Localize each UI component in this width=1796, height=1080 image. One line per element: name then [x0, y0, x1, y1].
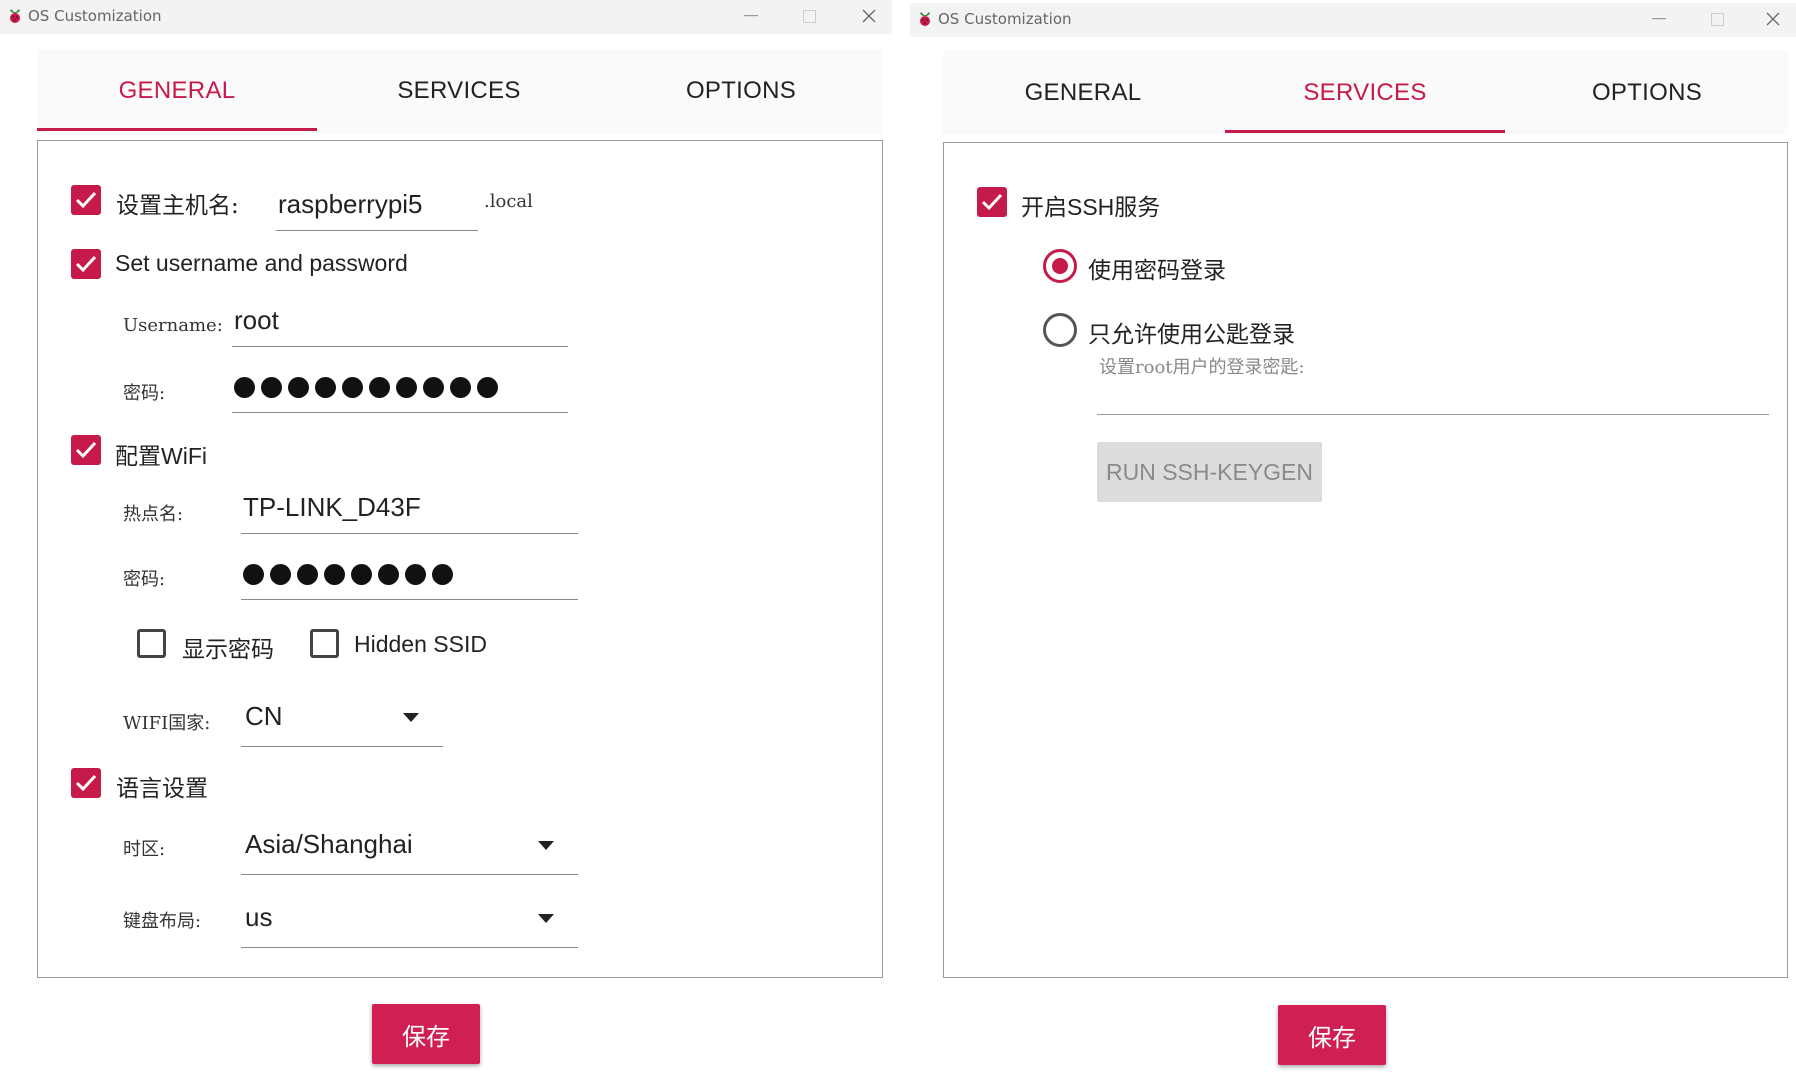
- password-dot: [378, 564, 399, 585]
- hostname-suffix: .local: [484, 191, 533, 212]
- password-auth-radio[interactable]: [1043, 249, 1077, 283]
- password-dot: [324, 564, 345, 585]
- general-panel: 设置主机名: raspberrypi5 .local Set username …: [37, 140, 883, 978]
- maximize-button[interactable]: [786, 3, 832, 29]
- minimize-button[interactable]: [728, 3, 774, 29]
- password-dot: [288, 377, 309, 398]
- show-password-checkbox[interactable]: [137, 629, 166, 658]
- minimize-icon: [1652, 18, 1666, 20]
- tab-services[interactable]: SERVICES: [1225, 51, 1505, 135]
- chevron-down-icon: [538, 914, 554, 923]
- os-customization-window-general: OS Customization GENERAL SERVICES OPTION…: [0, 0, 892, 1080]
- user-password-label: 密码:: [123, 383, 166, 404]
- password-dot: [405, 564, 426, 585]
- tab-bar: GENERAL SERVICES OPTIONS: [37, 49, 882, 133]
- raspberry-pi-icon: [920, 12, 930, 26]
- hostname-checkbox[interactable]: [71, 185, 101, 215]
- title-bar[interactable]: OS Customization: [0, 0, 892, 34]
- maximize-icon: [802, 9, 816, 23]
- check-icon: [75, 774, 97, 792]
- password-dot: [369, 377, 390, 398]
- password-dot: [342, 377, 363, 398]
- tab-general[interactable]: GENERAL: [943, 51, 1223, 135]
- chevron-down-icon: [538, 841, 554, 850]
- password-dot: [432, 564, 453, 585]
- pubkey-input[interactable]: [1097, 365, 1769, 415]
- show-password-label: 显示密码: [182, 637, 274, 663]
- tab-options[interactable]: OPTIONS: [601, 49, 881, 133]
- wifi-country-label: WIFI国家:: [123, 713, 211, 734]
- window-title: OS Customization: [938, 10, 1072, 28]
- wifi-country-select[interactable]: CN: [241, 671, 443, 747]
- close-button[interactable]: [1750, 6, 1796, 32]
- keyboard-label: 键盘布局:: [123, 911, 202, 932]
- services-panel: 开启SSH服务 使用密码登录 只允许使用公匙登录 设置root用户的登录密匙: …: [943, 142, 1788, 978]
- password-mask: [243, 564, 453, 585]
- locale-label: 语言设置: [116, 776, 208, 802]
- pubkey-auth-radio[interactable]: [1043, 313, 1077, 347]
- hostname-label: 设置主机名:: [116, 193, 239, 219]
- chevron-down-icon: [403, 713, 419, 722]
- ssid-label: 热点名:: [123, 504, 184, 525]
- password-dot: [351, 564, 372, 585]
- check-icon: [75, 441, 97, 459]
- locale-checkbox[interactable]: [71, 768, 101, 798]
- timezone-label: 时区:: [123, 839, 166, 860]
- hidden-ssid-checkbox[interactable]: [310, 629, 339, 658]
- check-icon: [981, 193, 1003, 211]
- check-icon: [75, 255, 97, 273]
- save-button[interactable]: 保存: [372, 1004, 480, 1064]
- user-password-input[interactable]: [232, 346, 568, 413]
- password-dot: [243, 564, 264, 585]
- password-dot: [396, 377, 417, 398]
- password-dot: [477, 377, 498, 398]
- password-mask: [234, 377, 498, 398]
- hostname-input[interactable]: raspberrypi5: [276, 161, 478, 231]
- raspberry-pi-icon: [10, 9, 20, 23]
- set-user-label: Set username and password: [115, 250, 408, 276]
- check-icon: [75, 191, 97, 209]
- password-dot: [234, 377, 255, 398]
- maximize-icon: [1710, 12, 1724, 26]
- wifi-password-label: 密码:: [123, 569, 166, 590]
- title-bar[interactable]: OS Customization: [910, 3, 1796, 37]
- password-auth-label: 使用密码登录: [1088, 258, 1226, 284]
- password-dot: [315, 377, 336, 398]
- tab-services[interactable]: SERVICES: [319, 49, 599, 133]
- password-dot: [450, 377, 471, 398]
- tab-general[interactable]: GENERAL: [37, 49, 317, 133]
- hidden-ssid-label: Hidden SSID: [354, 631, 487, 657]
- close-icon: [1766, 12, 1780, 26]
- ssh-enable-checkbox[interactable]: [977, 187, 1007, 217]
- password-dot: [297, 564, 318, 585]
- minimize-button[interactable]: [1636, 6, 1682, 32]
- window-title: OS Customization: [28, 7, 162, 25]
- ssh-enable-label: 开启SSH服务: [1021, 194, 1161, 220]
- set-user-checkbox[interactable]: [71, 249, 101, 279]
- save-button[interactable]: 保存: [1278, 1005, 1386, 1065]
- os-customization-window-services: OS Customization GENERAL SERVICES OPTION…: [910, 0, 1796, 1080]
- ssid-input[interactable]: TP-LINK_D43F: [241, 466, 578, 534]
- password-dot: [261, 377, 282, 398]
- timezone-select[interactable]: Asia/Shanghai: [241, 797, 578, 875]
- username-label: Username:: [123, 315, 223, 336]
- tab-bar: GENERAL SERVICES OPTIONS: [943, 51, 1788, 135]
- close-button[interactable]: [846, 3, 892, 29]
- maximize-button[interactable]: [1694, 6, 1740, 32]
- close-icon: [862, 9, 876, 23]
- wifi-checkbox[interactable]: [71, 435, 101, 465]
- run-ssh-keygen-button[interactable]: RUN SSH-KEYGEN: [1097, 442, 1322, 502]
- minimize-icon: [744, 15, 758, 17]
- wifi-password-input[interactable]: [241, 533, 578, 600]
- pubkey-auth-label: 只允许使用公匙登录: [1088, 322, 1295, 348]
- tab-options[interactable]: OPTIONS: [1507, 51, 1787, 135]
- username-input[interactable]: root: [232, 281, 568, 347]
- keyboard-select[interactable]: us: [241, 870, 578, 948]
- password-dot: [270, 564, 291, 585]
- password-dot: [423, 377, 444, 398]
- wifi-label: 配置WiFi: [115, 443, 207, 469]
